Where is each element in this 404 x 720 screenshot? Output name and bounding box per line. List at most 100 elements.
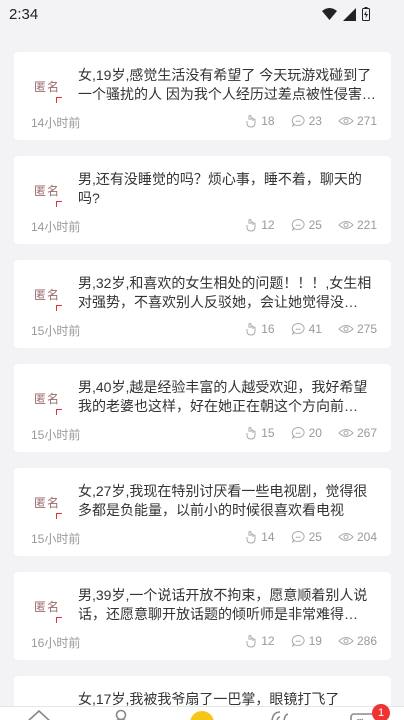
like-count: 12 — [261, 634, 275, 648]
post-time: 14小时前 — [31, 220, 81, 234]
bottom-nav: ••• — [0, 706, 404, 720]
like-stat[interactable]: 14 — [244, 530, 275, 544]
like-count: 14 — [261, 530, 275, 544]
hand-icon — [246, 635, 256, 648]
avatar[interactable]: 匿名 — [26, 280, 74, 328]
avatar[interactable]: 匿名 — [26, 384, 74, 432]
comment-stat[interactable]: ••• 25 — [291, 218, 322, 232]
comment-count: 23 — [308, 114, 322, 128]
svg-text:•••: ••• — [295, 639, 301, 645]
view-count: 221 — [356, 218, 377, 232]
comment-stat[interactable]: ••• 23 — [291, 114, 322, 128]
post-stats: 14 ••• 25 204 — [228, 530, 377, 544]
post-stats: 18 ••• 23 271 — [228, 114, 377, 128]
comment-count: 41 — [308, 322, 322, 336]
post-text[interactable]: 男,39岁,一个说话开放不拘束，愿意顺着别人说话，还愿意聊开放话题的倾听师是非常… — [78, 586, 378, 624]
avatar[interactable]: 匿名 — [26, 488, 74, 536]
view-stat: 204 — [338, 530, 377, 544]
comment-count: 20 — [308, 426, 322, 440]
post-text[interactable]: 男,40岁,越是经验丰富的人越受欢迎，我好希望我的老婆也这样，好在她正在朝这个方… — [78, 378, 378, 416]
post-stats: 16 ••• 41 275 — [228, 322, 377, 336]
post-time: 15小时前 — [31, 428, 81, 442]
avatar[interactable]: 匿名 — [26, 72, 74, 120]
eye-icon — [338, 117, 354, 125]
avatar-label: 匿名 — [34, 600, 61, 614]
post-stats: 12 ••• 25 221 — [228, 218, 377, 232]
comment-icon: ••• — [291, 218, 305, 231]
comment-count: 25 — [308, 218, 322, 232]
view-count: 286 — [356, 634, 377, 648]
phone-icon — [271, 711, 289, 720]
comment-stat[interactable]: ••• 25 — [291, 530, 322, 544]
comment-stat[interactable]: ••• 41 — [291, 322, 322, 336]
comment-count: 25 — [308, 530, 322, 544]
view-stat: 286 — [338, 634, 377, 648]
hand-icon — [246, 531, 256, 544]
comment-stat[interactable]: ••• 20 — [291, 426, 322, 440]
like-stat[interactable]: 18 — [244, 114, 275, 128]
comment-icon: ••• — [291, 426, 305, 439]
like-count: 15 — [261, 426, 275, 440]
post-text[interactable]: 男,32岁,和喜欢的女生相处的问题！！！,女生相对强势，不喜欢别人反驳她，会让她… — [78, 274, 378, 312]
svg-text:•••: ••• — [295, 431, 301, 437]
post-card[interactable]: 匿名 男,39岁,一个说话开放不拘束，愿意顺着别人说话，还愿意聊开放话题的倾听师… — [14, 572, 391, 660]
like-stat[interactable]: 12 — [244, 634, 275, 648]
post-text[interactable]: 女,27岁,我现在特别讨厌看一些电视剧，觉得很多都是负能量，以前小的时候很喜欢看… — [78, 482, 378, 520]
eye-icon — [338, 533, 354, 541]
view-count: 267 — [356, 426, 377, 440]
hand-icon — [246, 323, 256, 336]
post-text[interactable]: 男,还有没睡觉的吗？烦心事，睡不着，聊天的吗? — [78, 170, 378, 208]
avatar-label: 匿名 — [34, 392, 61, 406]
svg-text:•••: ••• — [295, 119, 301, 125]
status-bar: 2:34 — [0, 0, 404, 30]
post-time: 15小时前 — [31, 532, 81, 546]
avatar[interactable]: 匿名 — [26, 592, 74, 640]
eye-icon — [338, 429, 354, 437]
avatar-label: 匿名 — [34, 184, 61, 198]
avatar[interactable]: 匿名 — [26, 176, 74, 224]
avatar-mark — [56, 617, 62, 623]
eye-icon — [338, 637, 354, 645]
home-icon — [27, 709, 51, 720]
post-card[interactable]: 匿名 男,40岁,越是经验丰富的人越受欢迎，我好希望我的老婆也这样，好在她正在朝… — [14, 364, 391, 452]
like-count: 12 — [261, 218, 275, 232]
wifi-icon — [322, 7, 337, 20]
comment-icon: ••• — [291, 322, 305, 335]
avatar-mark — [56, 201, 62, 207]
status-time: 2:34 — [9, 6, 39, 23]
post-card[interactable]: 匿名 女,19岁,感觉生活没有希望了 今天玩游戏碰到了一个骚扰的人 因为我个人经… — [14, 52, 391, 140]
avatar-label: 匿名 — [34, 496, 61, 510]
hand-icon — [246, 219, 256, 232]
nav-center[interactable] — [189, 710, 215, 720]
eye-icon — [338, 325, 354, 333]
person-icon — [115, 709, 127, 720]
post-time: 15小时前 — [31, 324, 81, 338]
post-card[interactable]: 匿名 男,还有没睡觉的吗？烦心事，睡不着，聊天的吗? 14小时前 12 ••• 2… — [14, 156, 391, 244]
like-stat[interactable]: 12 — [244, 218, 275, 232]
post-card[interactable]: 匿名 男,32岁,和喜欢的女生相处的问题！！！,女生相对强势，不喜欢别人反驳她，… — [14, 260, 391, 348]
post-text[interactable]: 女,19岁,感觉生活没有希望了 今天玩游戏碰到了一个骚扰的人 因为我个人经历过差… — [78, 66, 378, 104]
view-stat: 221 — [338, 218, 377, 232]
nav-listeners[interactable] — [110, 709, 132, 720]
nav-calls[interactable] — [268, 709, 292, 720]
like-stat[interactable]: 16 — [244, 322, 275, 336]
hand-icon — [246, 427, 256, 440]
svg-text:•••: ••• — [295, 223, 301, 229]
comment-count: 19 — [308, 634, 322, 648]
comment-stat[interactable]: ••• 19 — [291, 634, 322, 648]
view-count: 275 — [356, 322, 377, 336]
nav-home[interactable] — [26, 709, 52, 720]
avatar-label: 匿名 — [34, 80, 61, 94]
post-card[interactable]: 匿名 女,27岁,我现在特别讨厌看一些电视剧，觉得很多都是负能量，以前小的时候很… — [14, 468, 391, 556]
message-badge: 1 — [372, 704, 390, 720]
svg-text:•••: ••• — [295, 535, 301, 541]
like-count: 18 — [261, 114, 275, 128]
view-count: 204 — [356, 530, 377, 544]
avatar-mark — [56, 513, 62, 519]
svg-text:•••: ••• — [295, 327, 301, 333]
comment-icon: ••• — [291, 114, 305, 127]
like-stat[interactable]: 15 — [244, 426, 275, 440]
eye-icon — [338, 221, 354, 229]
post-time: 16小时前 — [31, 636, 81, 650]
view-stat: 271 — [338, 114, 377, 128]
